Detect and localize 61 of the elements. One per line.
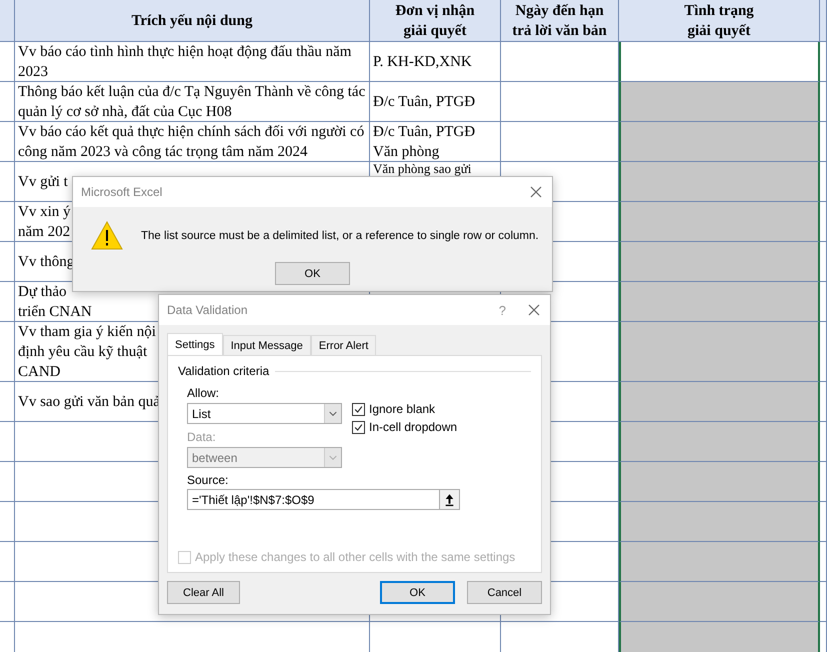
table-cell: Đ/c Tuân, PTGĐ Văn phòng (370, 122, 501, 162)
checkbox-label: Apply these changes to all other cells with the same settings (195, 550, 516, 564)
table-cell: Thông báo kết luận của đ/c Tạ Nguyên Thành về công tác quản lý cơ sở nhà, đất của Cục H08 (15, 82, 370, 122)
column-header: Đơn vị nhận giải quyết (370, 0, 501, 42)
status-cell[interactable] (619, 202, 820, 242)
tab[interactable]: Error Alert (310, 335, 376, 355)
cancel-button[interactable]: Cancel (467, 581, 542, 604)
collapse-icon[interactable] (439, 490, 459, 509)
ok-button[interactable]: OK (275, 262, 350, 285)
table-cell (0, 282, 15, 322)
status-cell[interactable] (619, 282, 820, 322)
status-cell[interactable] (619, 322, 820, 382)
tab[interactable]: Input Message (222, 335, 311, 355)
dialog-title: Data Validation (167, 303, 248, 317)
status-cell[interactable] (619, 42, 820, 82)
table-cell (0, 42, 15, 82)
table-cell (0, 122, 15, 162)
table-cell: Vv báo cáo kết quả thực hiện chính sách đối với người có công năm 2023 và công tác trọng tâm năm 2024 (15, 122, 370, 162)
close-icon[interactable] (530, 186, 542, 198)
status-cell[interactable] (619, 242, 820, 282)
table-cell (0, 162, 15, 202)
table-cell (0, 82, 15, 122)
field-label: Allow: (187, 386, 220, 400)
allow-select[interactable]: List (187, 403, 342, 424)
status-cell[interactable] (619, 422, 820, 462)
column-header: Ngày đến hạn trả lời văn bản (501, 0, 619, 42)
table-cell: P. KH-KD,XNK (370, 42, 501, 82)
table-cell (0, 382, 15, 422)
field-label: Data: (187, 430, 217, 444)
table-cell (0, 322, 15, 382)
status-cell[interactable] (619, 382, 820, 422)
status-cell[interactable] (619, 502, 820, 542)
checkbox-label: In-cell dropdown (369, 420, 458, 434)
column-header (820, 0, 827, 42)
clear-all-button[interactable]: Clear All (167, 581, 240, 604)
column-header: Tình trạng giải quyết (619, 0, 820, 42)
table-cell (0, 202, 15, 242)
table-cell: Đ/c Tuân, PTGĐ (370, 82, 501, 122)
section-title: Validation criteria (178, 364, 270, 378)
status-cell[interactable] (619, 122, 820, 162)
close-icon[interactable] (528, 304, 540, 316)
warning-icon (91, 221, 123, 250)
checkbox[interactable] (352, 420, 365, 434)
dialog-title: Microsoft Excel (81, 185, 164, 199)
column-header (0, 0, 15, 42)
ok-button[interactable]: OK (380, 581, 455, 604)
status-cell[interactable] (619, 622, 820, 652)
source-field[interactable]: ='Thiết lập'!$N$7:$O$9 (187, 489, 460, 510)
status-cell[interactable] (619, 582, 820, 622)
tab[interactable]: Settings (167, 333, 223, 355)
table-cell (0, 582, 15, 622)
field-label: Source: (187, 473, 230, 487)
status-cell[interactable] (619, 462, 820, 502)
status-cell[interactable] (619, 542, 820, 582)
table-cell (0, 242, 15, 282)
checkbox[interactable] (352, 402, 365, 416)
status-cell[interactable] (619, 82, 820, 122)
checkbox-label: Ignore blank (369, 402, 436, 416)
table-cell: Vv báo cáo tình hình thực hiện hoạt động đấu thầu năm 2023 (15, 42, 370, 82)
column-header: Trích yếu nội dung (15, 0, 370, 42)
status-cell[interactable] (619, 162, 820, 202)
